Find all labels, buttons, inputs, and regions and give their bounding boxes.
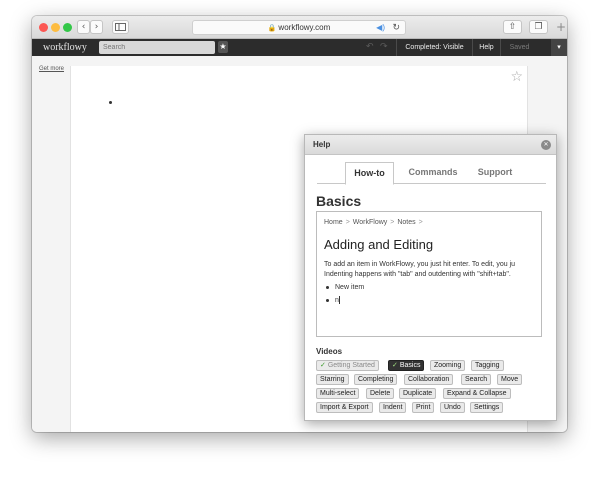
video-indent-button[interactable]: Indent xyxy=(379,402,407,413)
breadcrumb-separator: > xyxy=(418,219,423,226)
breadcrumb-workflowy[interactable]: WorkFlowy xyxy=(353,219,387,226)
star-icon[interactable]: ☆ xyxy=(510,69,523,85)
url-text: workflowy.com xyxy=(278,23,331,32)
checkmark-icon: ✓ xyxy=(392,362,398,369)
empty-item-bullet[interactable] xyxy=(109,101,112,104)
tabs-icon: ❐ xyxy=(534,22,543,32)
forward-button[interactable]: › xyxy=(90,20,103,34)
bullet-icon xyxy=(326,285,329,289)
video-multi-select-button[interactable]: Multi-select xyxy=(316,388,360,399)
demo-frame[interactable]: Home > WorkFlowy > Notes > Adding and Editing… xyxy=(316,211,542,337)
video-print-button[interactable]: Print xyxy=(412,402,435,413)
video-search-button[interactable]: Search xyxy=(461,374,492,385)
speaker-icon[interactable]: ◀) xyxy=(376,21,385,34)
video-undo-button[interactable]: Undo xyxy=(440,402,465,413)
workflowy-header: workflowy ★ ↶ ↷ Completed: Visible Help … xyxy=(32,39,567,56)
redo-icon[interactable]: ↷ xyxy=(380,40,388,55)
demo-paragraph-line: Indenting happens with "tab" and outdent… xyxy=(324,271,511,278)
chevron-down-icon[interactable]: ▾ xyxy=(551,39,567,56)
tab-support[interactable]: Support xyxy=(469,162,521,184)
video-label: Basics xyxy=(399,362,421,369)
video-duplicate-button[interactable]: Duplicate xyxy=(399,388,437,399)
list-item[interactable]: n xyxy=(326,296,340,304)
search-input[interactable] xyxy=(99,41,215,54)
video-basics-button[interactable]: ✓ Basics xyxy=(388,360,425,371)
share-icon: ⇧ xyxy=(508,22,517,32)
video-zooming-button[interactable]: Zooming xyxy=(430,360,466,371)
undo-icon[interactable]: ↶ xyxy=(366,40,374,55)
video-getting-started-button[interactable]: ✓ Getting Started xyxy=(316,360,379,371)
demo-paragraph-line: To add an item in WorkFlowy, you just hi… xyxy=(324,261,516,268)
breadcrumb-notes[interactable]: Notes xyxy=(397,219,415,226)
text-cursor xyxy=(338,296,340,304)
video-label: Getting Started xyxy=(327,362,375,369)
share-button[interactable]: ⇧ xyxy=(503,20,522,34)
video-import-export-button[interactable]: Import & Export xyxy=(316,402,373,413)
list-item-text: New item xyxy=(335,284,365,291)
bullet-icon xyxy=(326,298,329,302)
lock-icon: 🔒 xyxy=(267,25,277,32)
sidebar-toggle-button[interactable] xyxy=(112,20,129,34)
video-delete-button[interactable]: Delete xyxy=(366,388,395,399)
list-item[interactable]: New item xyxy=(326,284,364,291)
star-icon[interactable]: ★ xyxy=(218,41,228,53)
close-window-button[interactable] xyxy=(39,23,48,32)
chevron-right-icon: › xyxy=(94,22,99,32)
completed-visible-button[interactable]: Completed: Visible xyxy=(396,39,472,56)
videos-heading: Videos xyxy=(316,347,343,356)
chevron-left-icon: ‹ xyxy=(81,22,86,32)
tab-how-to[interactable]: How-to xyxy=(345,162,394,185)
minimize-window-button[interactable] xyxy=(51,23,60,32)
logo[interactable]: workflowy xyxy=(43,40,87,55)
video-move-button[interactable]: Move xyxy=(497,374,523,385)
help-dialog: Help ✕ How-to Commands Support Basics Ho… xyxy=(304,134,557,421)
breadcrumb: Home > WorkFlowy > Notes > xyxy=(324,219,426,226)
help-tabs: How-to Commands Support xyxy=(317,162,546,185)
get-more-link[interactable]: Get more xyxy=(39,66,64,72)
demo-heading: Adding and Editing xyxy=(324,237,434,252)
address-bar[interactable]: 🔒 workflowy.com ◀) ↻ xyxy=(192,20,406,35)
video-completing-button[interactable]: Completing xyxy=(354,374,398,385)
video-tagging-button[interactable]: Tagging xyxy=(471,360,504,371)
checkmark-icon: ✓ xyxy=(320,362,326,369)
back-button[interactable]: ‹ xyxy=(77,20,90,34)
video-collaboration-button[interactable]: Collaboration xyxy=(404,374,454,385)
video-starring-button[interactable]: Starring xyxy=(316,374,349,385)
video-settings-button[interactable]: Settings xyxy=(470,402,504,413)
breadcrumb-separator: > xyxy=(345,219,350,226)
breadcrumb-separator: > xyxy=(390,219,395,226)
sidebar-icon xyxy=(115,23,126,31)
help-button[interactable]: Help xyxy=(472,39,500,56)
plus-icon[interactable]: + xyxy=(556,20,566,34)
demo-paragraph: To add an item in WorkFlowy, you just hi… xyxy=(324,260,515,280)
reload-icon[interactable]: ↻ xyxy=(392,21,400,34)
tab-overview-button[interactable]: ❐ xyxy=(529,20,548,34)
help-dialog-title: Help xyxy=(305,135,556,155)
tab-commands[interactable]: Commands xyxy=(401,162,465,184)
close-icon[interactable]: ✕ xyxy=(541,140,551,150)
zoom-window-button[interactable] xyxy=(63,23,72,32)
video-expand-collapse-button[interactable]: Expand & Collapse xyxy=(443,388,511,399)
breadcrumb-home[interactable]: Home xyxy=(324,219,343,226)
saved-status: Saved xyxy=(500,39,538,56)
browser-titlebar: ‹ › 🔒 workflowy.com ◀) ↻ ⇧ ❐ + xyxy=(32,16,567,39)
section-title: Basics xyxy=(316,193,362,209)
